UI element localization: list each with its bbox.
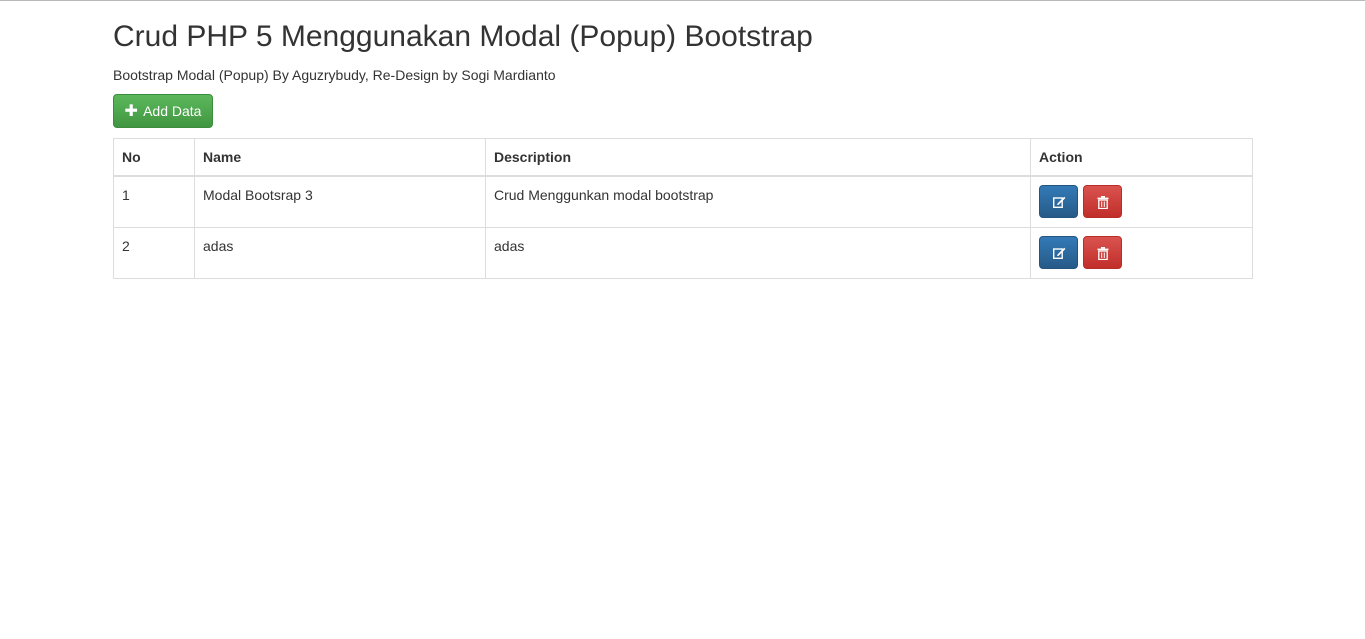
cell-no: 1	[113, 175, 195, 228]
add-data-button[interactable]: ✚ Add Data	[113, 94, 213, 128]
cell-name: adas	[194, 227, 486, 279]
top-border	[0, 0, 1365, 1]
header-description: Description	[485, 138, 1031, 177]
page-subtitle: Bootstrap Modal (Popup) By Aguzrybudy, R…	[113, 67, 556, 83]
delete-button[interactable]	[1082, 185, 1122, 218]
trash-icon	[1097, 247, 1109, 260]
header-action: Action	[1030, 138, 1253, 177]
cell-description: Crud Menggunkan modal bootstrap	[485, 175, 1031, 228]
table-row: 1 Modal Bootsrap 3 Crud Menggunkan modal…	[113, 175, 1253, 228]
data-table: No Name Description Action 1 Modal Boots…	[113, 138, 1253, 279]
cell-action	[1030, 175, 1253, 228]
edit-icon	[1053, 196, 1066, 208]
header-name: Name	[194, 138, 486, 177]
cell-description: adas	[485, 227, 1031, 279]
trash-icon	[1097, 196, 1109, 209]
edit-icon	[1053, 247, 1066, 259]
page-title: Crud PHP 5 Menggunakan Modal (Popup) Boo…	[113, 20, 813, 53]
header-no: No	[113, 138, 195, 177]
add-data-label: Add Data	[143, 103, 202, 119]
table-header-row: No Name Description Action	[113, 138, 1253, 177]
edit-button[interactable]	[1039, 236, 1078, 269]
cell-action	[1030, 227, 1253, 279]
cell-name: Modal Bootsrap 3	[194, 175, 486, 228]
table-row: 2 adas adas	[113, 227, 1253, 279]
edit-button[interactable]	[1039, 185, 1078, 218]
plus-icon: ✚	[124, 103, 138, 120]
delete-button[interactable]	[1082, 236, 1122, 269]
cell-no: 2	[113, 227, 195, 279]
